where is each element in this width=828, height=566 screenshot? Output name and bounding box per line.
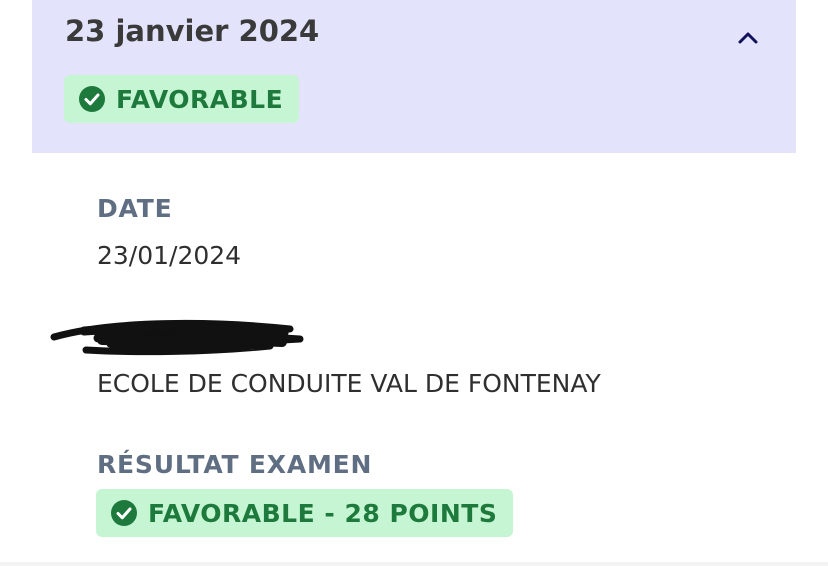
exam-result-page: 23 janvier 2024 FAVORABLE DATE 23/01/202… xyxy=(0,0,828,566)
chevron-up-icon xyxy=(738,32,758,44)
result-badge-label: FAVORABLE - 28 POINTS xyxy=(148,498,498,528)
result-badge: FAVORABLE - 28 POINTS xyxy=(96,489,514,537)
date-value: 23/01/2024 xyxy=(97,241,242,270)
date-label: DATE xyxy=(97,194,173,223)
exam-date-title: 23 janvier 2024 xyxy=(65,14,320,48)
check-circle-icon xyxy=(78,85,106,113)
bottom-divider xyxy=(0,562,828,566)
collapse-toggle-button[interactable] xyxy=(732,22,764,54)
result-label: RÉSULTAT EXAMEN xyxy=(97,450,373,479)
status-badge: FAVORABLE xyxy=(64,75,300,123)
check-circle-icon xyxy=(110,499,138,527)
status-badge-label: FAVORABLE xyxy=(116,84,284,114)
exam-card-header[interactable]: 23 janvier 2024 FAVORABLE xyxy=(32,0,796,153)
driving-school-name: ECOLE DE CONDUITE VAL DE FONTENAY xyxy=(97,369,601,398)
redacted-label xyxy=(50,319,304,356)
